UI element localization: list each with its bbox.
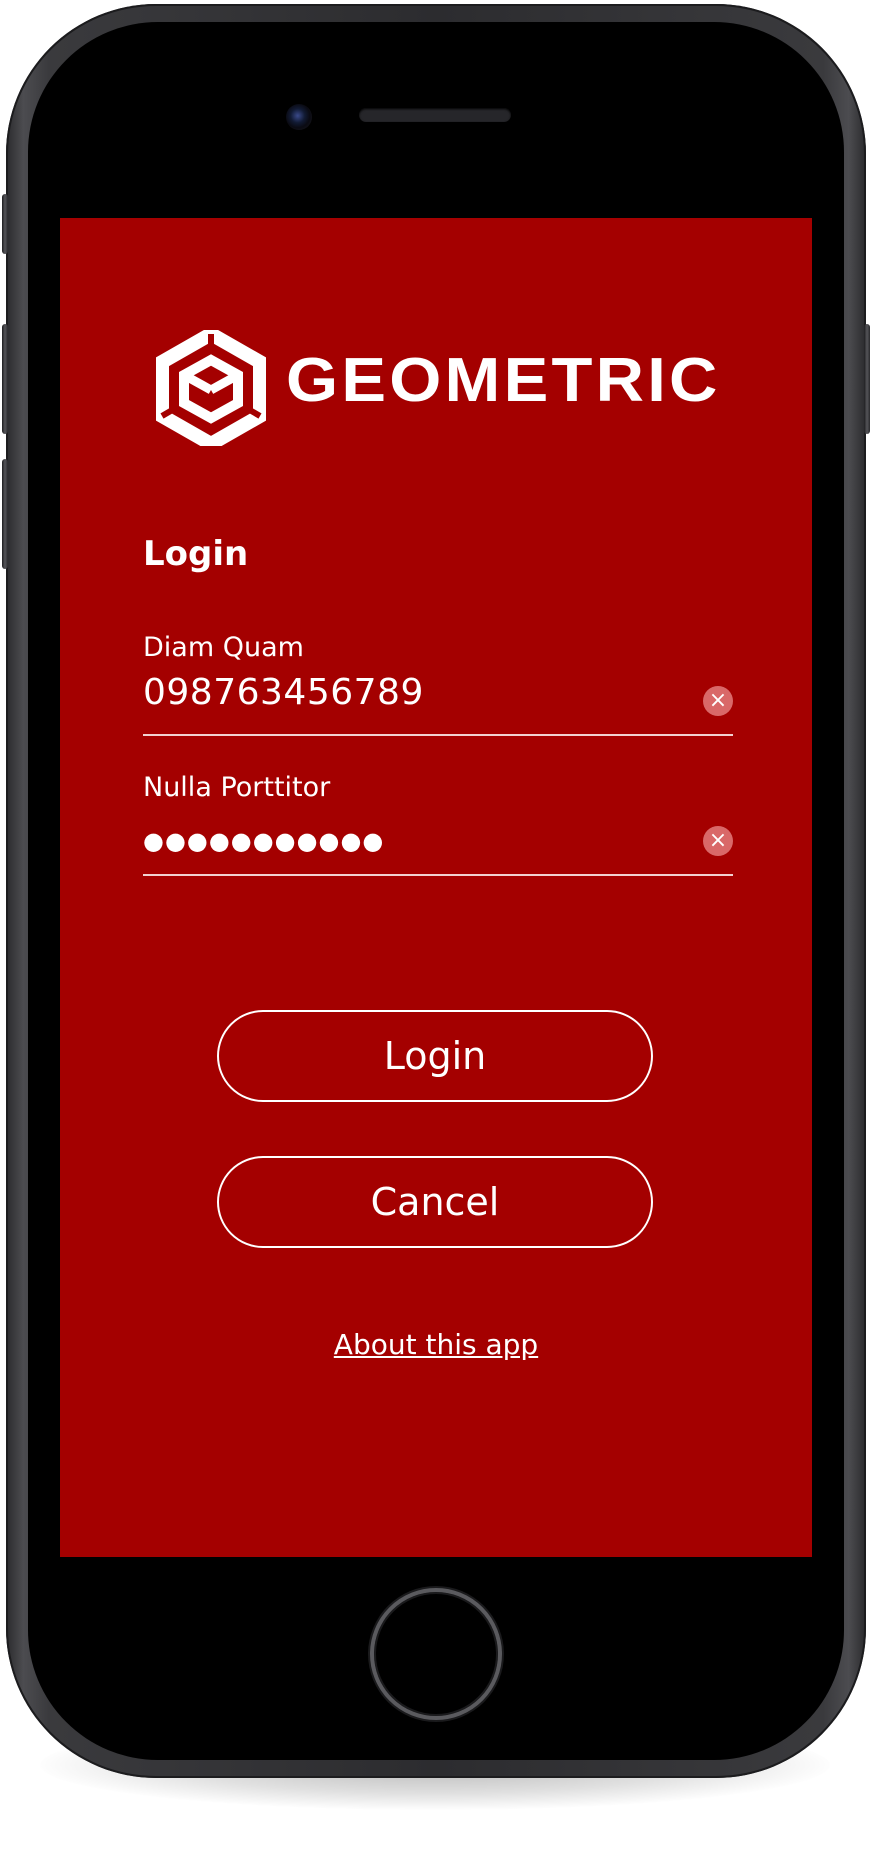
password-input[interactable]: ●●●●●●●●●●● xyxy=(143,820,384,862)
brand-logo: GEOMETRIC xyxy=(156,330,726,446)
password-field[interactable]: Nulla Porttitor ●●●●●●●●●●● × xyxy=(143,772,733,892)
about-app-link[interactable]: About this app xyxy=(60,1328,812,1362)
username-input[interactable]: 098763456789 xyxy=(143,672,424,714)
login-screen: GEOMETRIC Login Diam Quam 098763456789 ×… xyxy=(60,218,812,1557)
power-button xyxy=(864,324,870,434)
password-label: Nulla Porttitor xyxy=(143,772,331,803)
username-underline xyxy=(143,734,733,736)
hexagon-cube-icon xyxy=(156,330,266,446)
login-heading: Login xyxy=(143,534,249,574)
home-button[interactable] xyxy=(370,1588,502,1720)
cancel-button[interactable]: Cancel xyxy=(217,1156,653,1248)
brand-name: GEOMETRIC xyxy=(286,346,721,415)
front-camera xyxy=(286,104,312,130)
username-label: Diam Quam xyxy=(143,632,304,663)
mute-switch xyxy=(2,194,8,254)
password-clear-icon[interactable]: × xyxy=(703,826,733,856)
earpiece-speaker xyxy=(359,108,511,122)
login-button[interactable]: Login xyxy=(217,1010,653,1102)
username-clear-icon[interactable]: × xyxy=(703,686,733,716)
password-underline xyxy=(143,874,733,876)
username-field[interactable]: Diam Quam 098763456789 × xyxy=(143,632,733,752)
volume-down-button xyxy=(2,459,8,569)
volume-up-button xyxy=(2,324,8,434)
